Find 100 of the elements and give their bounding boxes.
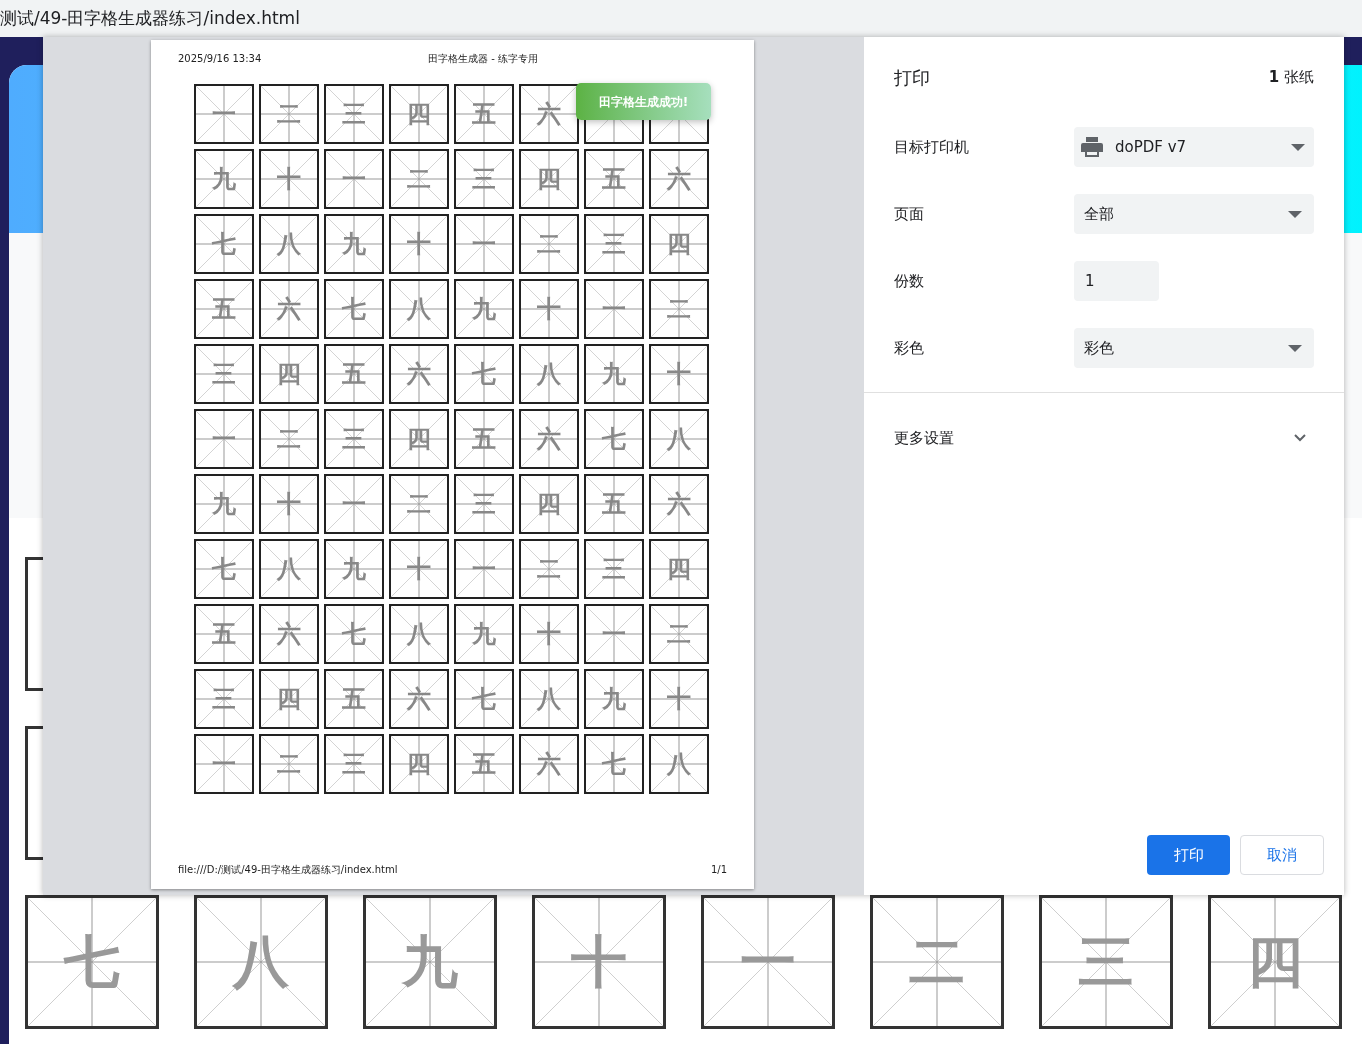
printer-select[interactable]: doPDF v7 <box>1074 127 1314 167</box>
practice-character: 七 <box>602 752 626 776</box>
practice-character: 一 <box>602 297 626 321</box>
printer-icon <box>1081 137 1103 157</box>
practice-character: 十 <box>407 557 431 581</box>
practice-character: 五 <box>342 362 366 386</box>
practice-character: 一 <box>212 102 236 126</box>
practice-character: 二 <box>277 752 301 776</box>
practice-character: 四 <box>277 362 301 386</box>
practice-character: 二 <box>667 622 691 646</box>
practice-character: 五 <box>212 622 236 646</box>
practice-character: 六 <box>407 362 431 386</box>
practice-character: 七 <box>212 557 236 581</box>
practice-character: 二 <box>407 492 431 516</box>
practice-character: 六 <box>537 427 561 451</box>
practice-character: 十 <box>277 167 301 191</box>
practice-character: 八 <box>233 934 289 990</box>
practice-character: 四 <box>537 167 561 191</box>
practice-character: 一 <box>602 622 626 646</box>
practice-character: 五 <box>472 752 496 776</box>
practice-character: 九 <box>402 934 458 990</box>
practice-character: 六 <box>407 687 431 711</box>
print-button[interactable]: 打印 <box>1147 835 1230 875</box>
practice-character: 六 <box>277 622 301 646</box>
practice-character: 八 <box>407 622 431 646</box>
practice-character: 一 <box>342 167 366 191</box>
practice-character: 七 <box>602 427 626 451</box>
practice-character: 八 <box>667 752 691 776</box>
practice-character: 九 <box>342 557 366 581</box>
practice-character: 四 <box>407 752 431 776</box>
cancel-button[interactable]: 取消 <box>1240 835 1324 875</box>
practice-character: 八 <box>277 557 301 581</box>
practice-character: 八 <box>537 362 561 386</box>
dropdown-select[interactable]: 彩色 <box>1074 328 1314 368</box>
practice-character: 五 <box>472 427 496 451</box>
practice-character: 三 <box>472 167 496 191</box>
practice-character: 七 <box>342 622 366 646</box>
copies-field[interactable]: 1 <box>1074 261 1159 301</box>
practice-character: 八 <box>667 427 691 451</box>
practice-character: 八 <box>407 297 431 321</box>
practice-character: 三 <box>1078 934 1134 990</box>
print-date: 2025/9/16 13:34 <box>178 52 263 66</box>
practice-character: 九 <box>342 232 366 256</box>
practice-character: 八 <box>277 232 301 256</box>
caret-icon <box>1288 210 1302 218</box>
practice-character: 九 <box>212 492 236 516</box>
practice-character: 三 <box>342 427 366 451</box>
practice-character: 六 <box>277 297 301 321</box>
practice-character: 一 <box>472 232 496 256</box>
practice-character: 一 <box>342 492 366 516</box>
practice-character: 三 <box>602 557 626 581</box>
practice-character: 七 <box>212 232 236 256</box>
practice-character: 二 <box>407 167 431 191</box>
dropdown-select[interactable]: 全部 <box>1074 194 1314 234</box>
practice-character: 三 <box>212 362 236 386</box>
address-bar[interactable]: 测试/49-田字格生成器练习/index.html <box>0 0 1362 37</box>
practice-character: 十 <box>277 492 301 516</box>
practice-character: 五 <box>342 687 366 711</box>
setting-label: 目标打印机 <box>894 136 970 158</box>
practice-character: 十 <box>667 687 691 711</box>
sheet-count: 1 张纸 <box>1268 66 1314 88</box>
practice-character: 五 <box>472 102 496 126</box>
practice-character: 五 <box>602 167 626 191</box>
practice-character: 四 <box>407 427 431 451</box>
practice-character: 九 <box>472 297 496 321</box>
dialog-title: 打印 <box>894 65 930 90</box>
practice-character: 十 <box>537 297 561 321</box>
practice-character: 三 <box>602 232 626 256</box>
practice-character: 七 <box>342 297 366 321</box>
practice-character: 六 <box>667 167 691 191</box>
practice-character: 二 <box>537 232 561 256</box>
practice-character: 四 <box>1247 934 1303 990</box>
practice-character: 八 <box>537 687 561 711</box>
caret-icon <box>1288 344 1302 352</box>
more-settings-toggle[interactable]: 更多设置 <box>864 393 1344 483</box>
setting-label: 彩色 <box>894 337 925 359</box>
practice-character: 五 <box>602 492 626 516</box>
practice-character: 十 <box>407 232 431 256</box>
practice-character: 九 <box>472 622 496 646</box>
practice-character: 四 <box>667 557 691 581</box>
practice-character: 二 <box>537 557 561 581</box>
practice-character: 四 <box>667 232 691 256</box>
practice-character: 十 <box>667 362 691 386</box>
success-toast: 田字格生成成功! <box>576 83 711 120</box>
practice-character: 四 <box>537 492 561 516</box>
page-url: file:///D:/测试/49-田字格生成器练习/index.html <box>178 863 398 877</box>
practice-character: 九 <box>212 167 236 191</box>
caret-icon <box>1291 143 1305 151</box>
practice-character: 七 <box>472 362 496 386</box>
setting-label: 份数 <box>894 270 925 292</box>
practice-character: 六 <box>667 492 691 516</box>
practice-character: 五 <box>212 297 236 321</box>
practice-character: 二 <box>277 427 301 451</box>
practice-character: 十 <box>571 934 627 990</box>
practice-character: 九 <box>602 362 626 386</box>
practice-character: 二 <box>667 297 691 321</box>
practice-character: 三 <box>472 492 496 516</box>
practice-character: 二 <box>909 934 965 990</box>
practice-character: 三 <box>342 752 366 776</box>
page-number: 1/1 <box>710 863 727 877</box>
